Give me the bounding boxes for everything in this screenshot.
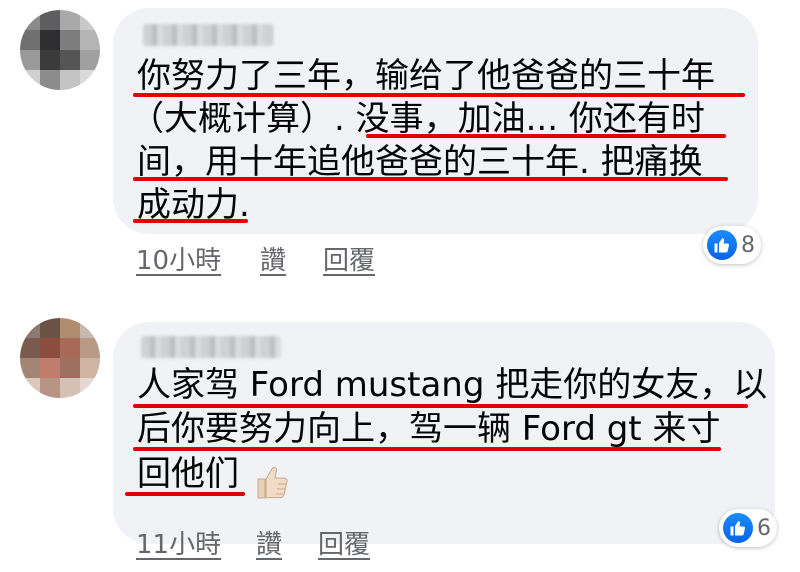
annotation-underline	[133, 177, 728, 181]
reply-button[interactable]: 回覆	[318, 524, 370, 561]
comment-1: 你努力了三年，输给了他爸爸的三十年 （大概计算）. 没事，加油... 你还有时 …	[0, 0, 800, 290]
annotation-underline	[125, 492, 245, 496]
reaction-count: 8	[741, 232, 755, 258]
reaction-count: 6	[757, 515, 771, 541]
avatar[interactable]	[20, 318, 100, 398]
avatar[interactable]	[20, 10, 100, 90]
author-name-blurred[interactable]	[141, 336, 281, 358]
author-name-blurred[interactable]	[143, 24, 273, 46]
comment-text-line: 人家驾 Ford mustang 把走你的女友，以	[137, 365, 768, 405]
annotation-underline	[133, 219, 248, 223]
comment-2: 人家驾 Ford mustang 把走你的女友，以 后你要努力向上，驾一辆 Fo…	[0, 290, 800, 572]
annotation-underline	[133, 447, 721, 451]
like-button[interactable]: 讚	[260, 240, 286, 277]
reply-button[interactable]: 回覆	[323, 240, 375, 277]
like-icon	[723, 513, 753, 543]
annotation-underline	[366, 134, 726, 138]
reaction-summary[interactable]: 6	[719, 509, 777, 547]
comment-text-line: 你努力了三年，输给了他爸爸的三十年	[137, 56, 715, 96]
comment-text-line: 后你要努力向上，驾一辆 Ford gt 来寸	[137, 409, 721, 449]
thumbs-up-emoji-icon	[257, 467, 288, 499]
timestamp-link[interactable]: 11小時	[136, 524, 221, 561]
like-button[interactable]: 讚	[256, 524, 282, 561]
like-icon	[707, 230, 737, 260]
reaction-summary[interactable]: 8	[703, 226, 761, 264]
comment-text-line: 回他们	[137, 454, 239, 494]
timestamp-link[interactable]: 10小時	[136, 240, 221, 277]
